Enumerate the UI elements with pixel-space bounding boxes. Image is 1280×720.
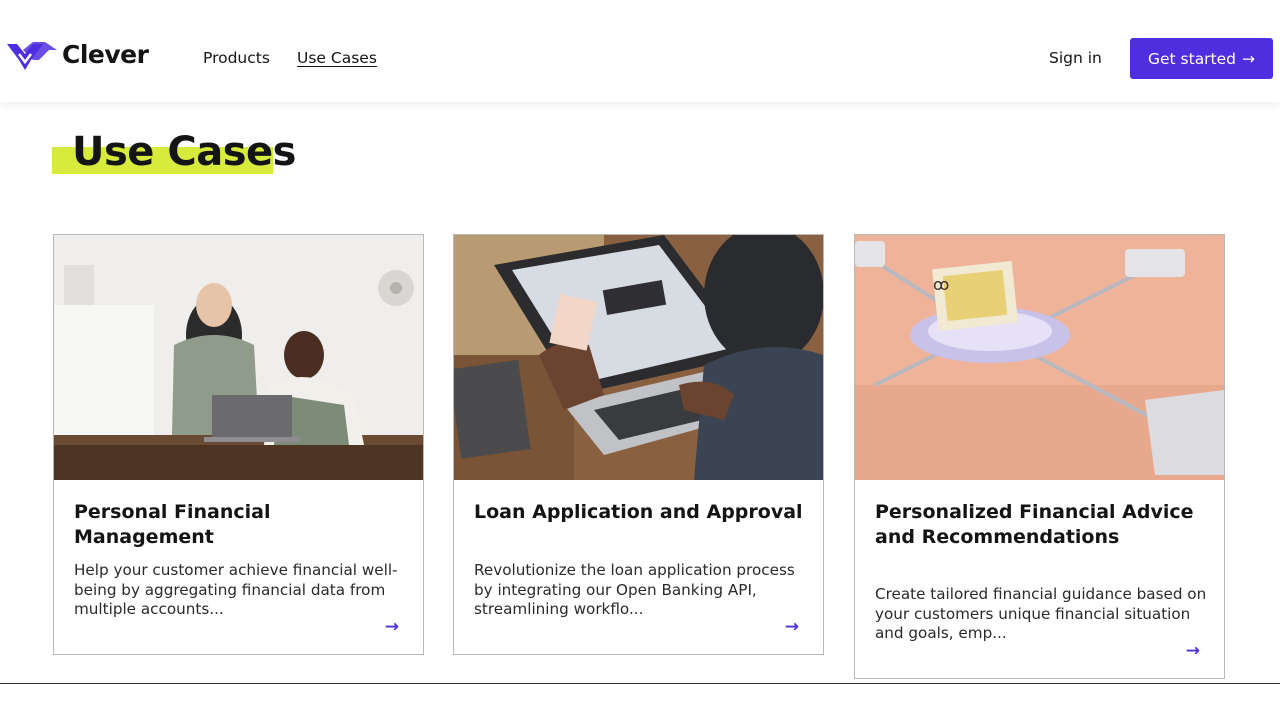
site-header: Clever Products Use Cases Sign in Get st…	[0, 0, 1280, 102]
section-divider	[0, 683, 1280, 684]
clever-logo-icon	[7, 42, 57, 70]
page-title: Use Cases	[72, 129, 296, 175]
svg-text:ꝏ: ꝏ	[933, 275, 949, 294]
get-started-label: Get started	[1147, 49, 1237, 68]
nav-products[interactable]: Products	[203, 49, 270, 67]
card-description: Create tailored financial guidance based…	[875, 585, 1207, 642]
use-case-card[interactable]: Loan Application and Approval Revolution…	[453, 234, 824, 655]
card-title: Personalized Financial Advice and Recomm…	[875, 501, 1194, 548]
card-title: Loan Application and Approval	[474, 501, 803, 523]
card-image-laptop-typing	[454, 235, 823, 480]
logo[interactable]: Clever	[5, 39, 149, 74]
card-image-network-hub: ꝏ	[855, 235, 1224, 480]
use-case-card[interactable]: ꝏ Personalized Financial Advice and Reco…	[854, 234, 1225, 679]
arrow-right-icon[interactable]: →	[785, 617, 799, 637]
card-description: Revolutionize the loan application proce…	[474, 561, 795, 618]
get-started-button[interactable]: Get started →	[1130, 38, 1273, 79]
arrow-right-icon: →	[1242, 49, 1256, 68]
card-title: Personal Financial Management	[74, 501, 271, 548]
use-case-card[interactable]: Personal Financial Management Help your …	[53, 234, 424, 655]
nav-use-cases[interactable]: Use Cases	[297, 49, 377, 67]
arrow-right-icon[interactable]: →	[1186, 641, 1200, 661]
brand-name: Clever	[62, 39, 149, 69]
sign-in-link[interactable]: Sign in	[1049, 49, 1102, 67]
card-description: Help your customer achieve financial wel…	[74, 561, 398, 618]
page-title-wrap: Use Cases	[52, 129, 296, 177]
arrow-right-icon[interactable]: →	[385, 617, 399, 637]
card-image-people-at-laptop	[54, 235, 423, 480]
